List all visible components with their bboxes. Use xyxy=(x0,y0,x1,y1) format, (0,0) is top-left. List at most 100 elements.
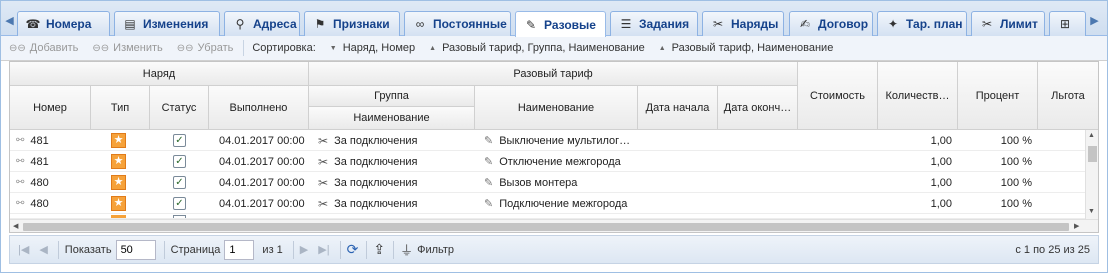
tab-11[interactable]: ✂ Лимит xyxy=(971,11,1045,36)
page-size-input[interactable] xyxy=(115,239,156,260)
horizontal-scroll-thumb[interactable] xyxy=(23,223,1069,231)
tab-6[interactable]: ✎ Разовые xyxy=(515,11,606,37)
tab-label: Изменения xyxy=(143,17,209,31)
tab-3[interactable]: ⚲ Адреса xyxy=(224,11,300,36)
horizontal-scrollbar[interactable]: ◀ ▶ xyxy=(10,219,1098,232)
tab-8[interactable]: ✂ Наряды xyxy=(702,11,784,36)
tab-label: Тар. план xyxy=(906,17,963,31)
status-checkbox[interactable]: ✓ xyxy=(173,176,186,189)
header-group-tariff: Разовый тариф xyxy=(309,62,798,86)
header-quantity[interactable]: Количеств… xyxy=(878,62,958,130)
star-icon: ★ xyxy=(111,175,126,190)
refresh-icon[interactable]: ⟳ xyxy=(347,241,359,258)
status-cell: ✓ xyxy=(173,172,193,193)
number-cell: ⚯ 481 xyxy=(16,130,91,151)
edit-button[interactable]: ⊖⊖ Изменить xyxy=(92,42,162,54)
order-number: 480 xyxy=(30,176,49,189)
order-number: 480 xyxy=(30,197,49,210)
tab-scroll-right-icon[interactable]: ▶ xyxy=(1088,11,1101,31)
quantity: 1,00 xyxy=(930,197,952,210)
tab-label: Признаки xyxy=(333,17,390,31)
header-name[interactable]: Наименование xyxy=(475,86,638,130)
name-cell: ✎ Подключение межгорода xyxy=(484,193,638,214)
tab-2[interactable]: ▤ Изменения xyxy=(114,11,220,36)
name-cell: ✎ Вызов монтера xyxy=(484,172,638,193)
sort-option-2[interactable]: ▲ Разовый тариф, Группа, Наименование xyxy=(429,42,645,54)
done-date: 04.01.2017 00:00 xyxy=(219,176,305,189)
tab-label: Адреса xyxy=(253,17,297,31)
header-group-name[interactable]: Наименование xyxy=(309,107,475,130)
header-cost[interactable]: Стоимость xyxy=(798,62,878,130)
header-percent[interactable]: Процент xyxy=(958,62,1038,130)
contract-icon: ✍ xyxy=(799,17,811,31)
vertical-scrollbar[interactable]: ▲ ▼ xyxy=(1085,130,1098,219)
type-cell: ★ xyxy=(111,151,131,172)
tab-4[interactable]: ⚑ Признаки xyxy=(304,11,400,36)
prev-page-icon[interactable]: ◀ xyxy=(39,243,47,256)
tab-10[interactable]: ✦ Тар. план xyxy=(877,11,967,36)
done-date: 04.01.2017 00:00 xyxy=(219,134,305,147)
scroll-right-icon[interactable]: ▶ xyxy=(1074,222,1079,230)
status-cell: ✓ xyxy=(173,151,193,172)
tab-7[interactable]: ☰ Задания xyxy=(610,11,698,36)
page-number-input[interactable] xyxy=(224,239,255,260)
status-checkbox[interactable]: ✓ xyxy=(173,134,186,147)
tariff-name: Отключение межгорода xyxy=(499,155,621,168)
tab-scroll-left-icon[interactable]: ◀ xyxy=(3,11,16,31)
page-label: Страница xyxy=(170,243,221,256)
filter-button[interactable]: ⏚ Фильтр xyxy=(400,240,454,259)
table-row[interactable]: ⚯ 481 ★ ✓ 04.01.2017 00:00 ✂ За подключения ✎ От… xyxy=(10,151,1085,172)
header-done[interactable]: Выполнено xyxy=(209,86,309,130)
wrench-icon: ✎ xyxy=(484,177,494,189)
panel-frame: ◀ ☎ Номера ▤ Изменения ⚲ Адреса ⚑ Признаки ∞ Пост… xyxy=(0,0,1108,273)
table-row[interactable]: ⚯ 480 ★ ✓ 04.01.2017 00:00 ✂ За подключения ✎ По… xyxy=(10,193,1085,214)
tariff-name: Вызов монтера xyxy=(499,176,578,189)
status-checkbox[interactable]: ✓ xyxy=(173,197,186,210)
last-page-icon[interactable]: ▶| xyxy=(318,243,329,256)
pager-separator xyxy=(57,240,59,259)
tab-12[interactable]: ⊞ xyxy=(1049,11,1086,36)
table-row[interactable]: ⚯ 481 ★ ✓ 04.01.2017 00:00 ✂ За подключения ✎ Вы… xyxy=(10,130,1085,151)
vertical-scroll-thumb[interactable] xyxy=(1088,146,1097,162)
add-button[interactable]: ⊖⊖ Добавить xyxy=(9,42,78,54)
number-cell: ⚯ 480 xyxy=(16,193,91,214)
tab-5[interactable]: ∞ Постоянные xyxy=(404,11,511,36)
order-number: 481 xyxy=(30,155,49,168)
first-page-icon[interactable]: |◀ xyxy=(18,243,29,256)
wrench-icon: ✎ xyxy=(484,156,494,168)
header-number[interactable]: Номер xyxy=(10,86,91,130)
tab-9[interactable]: ✍ Договор xyxy=(789,11,873,36)
remove-button[interactable]: ⊖⊖ Убрать xyxy=(177,42,234,54)
link-icon: ∞ xyxy=(415,17,425,31)
status-cell: ✓ xyxy=(173,130,193,151)
number-cell: ⚯ 481 xyxy=(16,151,91,172)
header-start-date[interactable]: Дата начала xyxy=(638,86,718,130)
percent: 100 % xyxy=(1000,197,1032,210)
scroll-down-icon[interactable]: ▼ xyxy=(1088,208,1095,215)
group-cell: ✂ За подключения xyxy=(318,151,475,172)
tags-icon: ⚑ xyxy=(314,17,326,31)
sort-option-1[interactable]: ▼ Наряд, Номер xyxy=(330,42,415,54)
header-end-date[interactable]: Дата оконч… xyxy=(718,86,798,130)
status-checkbox[interactable]: ✓ xyxy=(173,155,186,168)
scissors-icon: ✂ xyxy=(981,17,993,31)
header-benefit[interactable]: Льгота xyxy=(1038,62,1098,130)
export-icon[interactable]: ⇪ xyxy=(373,241,385,258)
scroll-left-icon[interactable]: ◀ xyxy=(13,222,18,230)
name-cell: ✎ Отключение межгорода xyxy=(484,151,638,172)
group-cell: ✂ За подключения xyxy=(318,172,475,193)
scroll-up-icon[interactable]: ▲ xyxy=(1088,132,1095,139)
header-type[interactable]: Тип xyxy=(91,86,150,130)
header-status[interactable]: Статус xyxy=(150,86,209,130)
tariff-plan-icon: ✦ xyxy=(887,17,899,31)
next-page-icon[interactable]: ▶ xyxy=(300,243,308,256)
tab-1[interactable]: ☎ Номера xyxy=(17,11,110,36)
sort-option-3[interactable]: ▲ Разовый тариф, Наименование xyxy=(659,42,834,54)
tab-bar: ◀ ☎ Номера ▤ Изменения ⚲ Адреса ⚑ Признаки ∞ Пост… xyxy=(1,1,1107,37)
edit-button-label: Изменить xyxy=(113,42,163,54)
header-group-order: Наряд xyxy=(10,62,309,86)
table-row[interactable]: ⚯ 480 ★ ✓ 04.01.2017 00:00 ✂ За подключения ✎ Вы… xyxy=(10,172,1085,193)
percent: 100 % xyxy=(1000,155,1032,168)
sort-asc-icon: ▲ xyxy=(429,44,437,52)
sort-desc-icon: ▼ xyxy=(329,44,337,52)
